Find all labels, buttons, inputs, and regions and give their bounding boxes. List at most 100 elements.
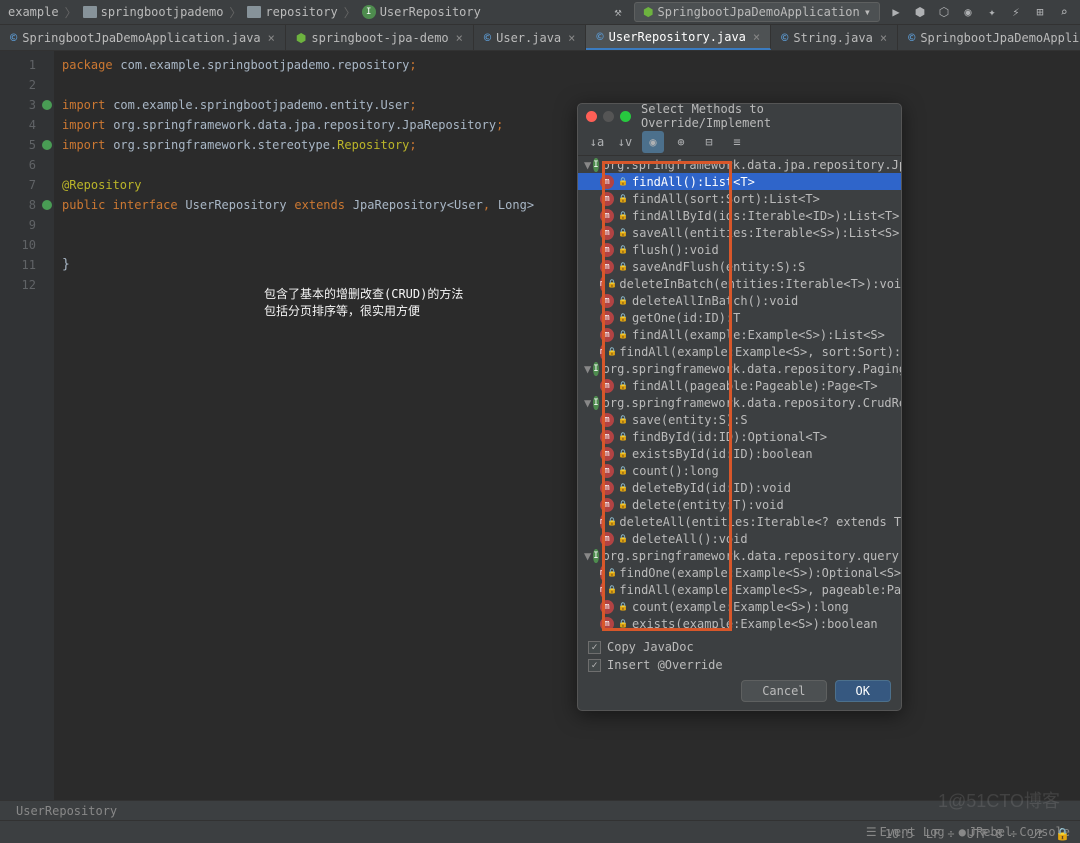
line-number[interactable]: 8 — [0, 195, 54, 215]
run-icon[interactable]: ▶ — [888, 4, 904, 20]
expand-icon[interactable]: ⊕ — [670, 131, 692, 153]
editor-tab[interactable]: ©User.java× — [474, 25, 587, 50]
tree-method-row[interactable]: m🔒deleteAll():void — [578, 530, 901, 547]
tree-method-row[interactable]: m🔒deleteInBatch(entities:Iterable<T>):vo… — [578, 275, 901, 292]
line-separator[interactable]: LF ÷ — [926, 827, 955, 841]
tree-method-row[interactable]: m🔒deleteById(id:ID):void — [578, 479, 901, 496]
jrebel-icon[interactable]: ⚡ — [1008, 4, 1024, 20]
code-editor[interactable]: package com.example.springbootjpademo.re… — [54, 51, 1080, 800]
tree-method-row[interactable]: m🔒deleteAll(entities:Iterable<? extends … — [578, 513, 901, 530]
breadcrumb-item[interactable]: IUserRepository — [362, 5, 481, 19]
line-number[interactable]: 11 — [0, 255, 54, 275]
dialog-titlebar[interactable]: Select Methods to Override/Implement — [578, 104, 901, 128]
breadcrumb-item[interactable]: repository — [247, 5, 337, 19]
tree-method-row[interactable]: m🔒findAllById(ids:Iterable<ID>):List<T> — [578, 207, 901, 224]
close-icon[interactable]: × — [268, 31, 275, 45]
close-icon[interactable]: × — [753, 30, 760, 44]
checkbox-icon[interactable]: ✓ — [588, 659, 601, 672]
vcs-icon[interactable]: ⊞ — [1032, 4, 1048, 20]
show-inherited-icon[interactable]: ◉ — [642, 131, 664, 153]
tree-method-row[interactable]: m🔒findAll(example:Example<S>, sort:Sort)… — [578, 343, 901, 360]
ok-button[interactable]: OK — [835, 680, 891, 702]
close-icon[interactable]: × — [880, 31, 887, 45]
tree-method-row[interactable]: m🔒flush():void — [578, 241, 901, 258]
coverage-icon[interactable]: ⬡ — [936, 4, 952, 20]
tree-package-row[interactable]: ▼Iorg.springframework.data.repository.Cr… — [578, 394, 901, 411]
code-line[interactable] — [54, 155, 1080, 175]
code-line[interactable]: import org.springframework.data.jpa.repo… — [54, 115, 1080, 135]
expand-arrow-icon[interactable]: ▼ — [584, 362, 591, 376]
profile-icon[interactable]: ◉ — [960, 4, 976, 20]
code-line[interactable] — [54, 215, 1080, 235]
code-line[interactable]: } — [54, 255, 1080, 275]
line-number[interactable]: 2 — [0, 75, 54, 95]
tree-package-row[interactable]: ▼Iorg.springframework.data.jpa.repositor… — [578, 156, 901, 173]
code-line[interactable] — [54, 275, 1080, 295]
cancel-button[interactable]: Cancel — [741, 680, 826, 702]
debug-icon[interactable]: ⬢ — [912, 4, 928, 20]
collapse-icon[interactable]: ⊟ — [698, 131, 720, 153]
gutter-mark-icon[interactable] — [42, 200, 52, 210]
line-number[interactable]: 1 — [0, 55, 54, 75]
tree-method-row[interactable]: m🔒getOne(id:ID):T — [578, 309, 901, 326]
editor-tab[interactable]: ©UserRepository.java× — [586, 25, 771, 50]
expand-arrow-icon[interactable]: ▼ — [584, 158, 591, 172]
tree-method-row[interactable]: m🔒findAll(example:Example<S>, pageable:P… — [578, 581, 901, 598]
tree-method-row[interactable]: m🔒saveAll(entities:Iterable<S>):List<S> — [578, 224, 901, 241]
code-line[interactable]: public interface UserRepository extends … — [54, 195, 1080, 215]
close-icon[interactable] — [586, 111, 597, 122]
tree-method-row[interactable]: m🔒saveAndFlush(entity:S):S — [578, 258, 901, 275]
expand-arrow-icon[interactable]: ▼ — [584, 396, 591, 410]
tree-method-row[interactable]: m🔒delete(entity:T):void — [578, 496, 901, 513]
expand-arrow-icon[interactable]: ▼ — [584, 549, 591, 563]
editor-tab[interactable]: ©String.java× — [771, 25, 898, 50]
cursor-position[interactable]: 10:5 — [885, 827, 914, 841]
code-line[interactable]: import org.springframework.stereotype.Re… — [54, 135, 1080, 155]
breadcrumb-bar[interactable]: UserRepository — [0, 800, 1080, 820]
code-line[interactable]: @Repository — [54, 175, 1080, 195]
editor-tab[interactable]: ©SpringbootJpaDemoApplication.java× — [0, 25, 286, 50]
breadcrumb-item[interactable]: springbootjpademo — [83, 5, 224, 19]
settings-icon[interactable]: ≡ — [726, 131, 748, 153]
tree-method-row[interactable]: m🔒deleteAllInBatch():void — [578, 292, 901, 309]
code-line[interactable]: package com.example.springbootjpademo.re… — [54, 55, 1080, 75]
line-number[interactable]: 9 — [0, 215, 54, 235]
tree-method-row[interactable]: m🔒existsById(id:ID):boolean — [578, 445, 901, 462]
tree-method-row[interactable]: m🔒save(entity:S):S — [578, 411, 901, 428]
close-icon[interactable]: × — [568, 31, 575, 45]
line-number[interactable]: 10 — [0, 235, 54, 255]
editor-tab[interactable]: ©SpringbootJpaDemoApplicationTests.java× — [898, 25, 1080, 50]
encoding[interactable]: UTF-8 ÷ — [967, 827, 1018, 841]
line-number[interactable]: 7 — [0, 175, 54, 195]
insert-override-checkbox[interactable]: ✓ Insert @Override — [588, 658, 891, 672]
method-tree[interactable]: ▼Iorg.springframework.data.jpa.repositor… — [578, 156, 901, 632]
tree-method-row[interactable]: m🔒findAll(example:Example<S>):List<S> — [578, 326, 901, 343]
window-controls[interactable] — [586, 111, 631, 122]
breadcrumb-item[interactable]: example — [8, 5, 59, 19]
hammer-icon[interactable]: ⚒ — [610, 4, 626, 20]
line-number[interactable]: 5 — [0, 135, 54, 155]
sort-visibility-icon[interactable]: ↓v — [614, 131, 636, 153]
copy-javadoc-checkbox[interactable]: ✓ Copy JavaDoc — [588, 640, 891, 654]
git-icon[interactable]: ⎇ — [1029, 827, 1043, 841]
line-number[interactable]: 12 — [0, 275, 54, 295]
tree-method-row[interactable]: m🔒count(example:Example<S>):long — [578, 598, 901, 615]
lock-icon[interactable]: 🔒 — [1055, 827, 1070, 841]
editor-tab[interactable]: ⬢springboot-jpa-demo× — [286, 25, 474, 50]
gutter-mark-icon[interactable] — [42, 140, 52, 150]
tree-method-row[interactable]: m🔒findById(id:ID):Optional<T> — [578, 428, 901, 445]
tree-package-row[interactable]: ▼Iorg.springframework.data.repository.Pa… — [578, 360, 901, 377]
line-number[interactable]: 3 — [0, 95, 54, 115]
code-line[interactable] — [54, 235, 1080, 255]
tree-method-row[interactable]: m🔒count():long — [578, 462, 901, 479]
maximize-icon[interactable] — [620, 111, 631, 122]
tree-method-row[interactable]: m🔒exists(example:Example<S>):boolean — [578, 615, 901, 632]
close-icon[interactable]: × — [456, 31, 463, 45]
line-number[interactable]: 6 — [0, 155, 54, 175]
checkbox-icon[interactable]: ✓ — [588, 641, 601, 654]
tree-method-row[interactable]: m🔒findOne(example:Example<S>):Optional<S… — [578, 564, 901, 581]
sort-alpha-icon[interactable]: ↓a — [586, 131, 608, 153]
tree-method-row[interactable]: m🔒findAll():List<T> — [578, 173, 901, 190]
run-config-selector[interactable]: ⬢ SpringbootJpaDemoApplication ▾ — [634, 2, 880, 22]
tree-method-row[interactable]: m🔒findAll(sort:Sort):List<T> — [578, 190, 901, 207]
